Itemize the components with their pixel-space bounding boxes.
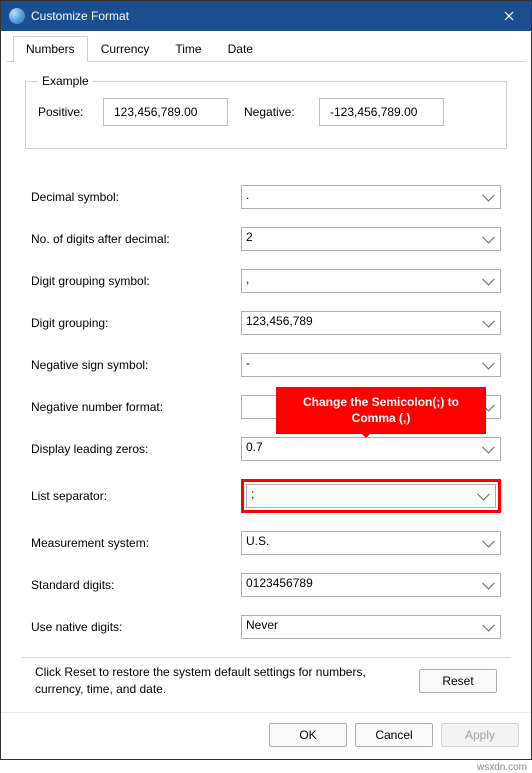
tab-numbers[interactable]: Numbers [13,36,88,62]
separator [21,657,511,658]
row-digits-after: No. of digits after decimal: 2 [21,227,511,251]
combo-list-separator[interactable]: ; [246,484,496,508]
close-button[interactable] [486,1,531,31]
label-native-digits: Use native digits: [31,620,241,634]
combo-std-digits[interactable]: 0123456789 [241,573,501,597]
reset-text: Click Reset to restore the system defaul… [35,664,409,698]
label-digits-after: No. of digits after decimal: [31,232,241,246]
combo-grouping-symbol[interactable]: , [241,269,501,293]
positive-label: Positive: [38,105,93,119]
example-legend: Example [38,74,93,88]
tabs-area: Numbers Currency Time Date Example Posit… [1,35,531,712]
combo-digits-after[interactable]: 2 [241,227,501,251]
row-leading-zeros: Display leading zeros: 0.7 [21,437,511,461]
label-list-separator: List separator: [31,489,241,503]
combo-neg-sign[interactable]: - [241,353,501,377]
row-grouping: Digit grouping: 123,456,789 [21,311,511,335]
cancel-button[interactable]: Cancel [355,723,433,747]
row-neg-sign: Negative sign symbol: - [21,353,511,377]
label-neg-sign: Negative sign symbol: [31,358,241,372]
tabs: Numbers Currency Time Date [7,35,525,62]
watermark: wsxdn.com [477,762,527,773]
negative-label: Negative: [244,105,309,119]
window-title: Customize Format [31,9,486,23]
row-native-digits: Use native digits: Never [21,615,511,639]
negative-value: -123,456,789.00 [319,98,444,126]
combo-grouping[interactable]: 123,456,789 [241,311,501,335]
footer-buttons: OK Cancel Apply [1,712,531,759]
label-grouping: Digit grouping: [31,316,241,330]
label-measurement: Measurement system: [31,536,241,550]
label-std-digits: Standard digits: [31,578,241,592]
row-std-digits: Standard digits: 0123456789 [21,573,511,597]
apply-button[interactable]: Apply [441,723,519,747]
label-decimal-symbol: Decimal symbol: [31,190,241,204]
row-list-separator: List separator: ; [21,479,511,513]
app-icon [9,8,25,24]
example-group: Example Positive: 123,456,789.00 Negativ… [25,74,507,149]
tab-time[interactable]: Time [162,36,214,62]
row-decimal-symbol: Decimal symbol: . [21,185,511,209]
reset-button[interactable]: Reset [419,669,497,693]
combo-native-digits[interactable]: Never [241,615,501,639]
tab-currency[interactable]: Currency [88,36,163,62]
positive-value: 123,456,789.00 [103,98,228,126]
label-neg-format: Negative number format: [31,400,241,414]
row-grouping-symbol: Digit grouping symbol: , [21,269,511,293]
row-measurement: Measurement system: U.S. [21,531,511,555]
titlebar: Customize Format [1,1,531,31]
tab-date[interactable]: Date [215,36,266,62]
label-leading-zeros: Display leading zeros: [31,442,241,456]
combo-decimal-symbol[interactable]: . [241,185,501,209]
combo-measurement[interactable]: U.S. [241,531,501,555]
ok-button[interactable]: OK [269,723,347,747]
label-grouping-symbol: Digit grouping symbol: [31,274,241,288]
annotation-callout: Change the Semicolon(;) to Comma (,) [276,387,486,434]
reset-row: Click Reset to restore the system defaul… [21,664,511,708]
window: Customize Format Numbers Currency Time D… [0,0,532,760]
